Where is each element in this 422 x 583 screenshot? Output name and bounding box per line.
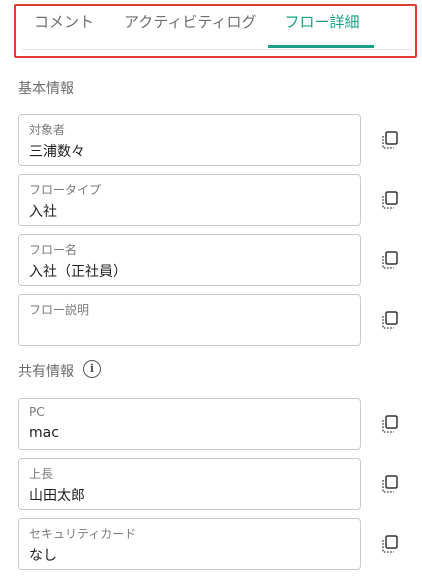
field-label: 上長: [29, 467, 54, 481]
field-security-card[interactable]: セキュリティカード なし: [18, 518, 361, 570]
field-value: なし: [29, 548, 57, 564]
field-label: 対象者: [29, 123, 66, 137]
field-value: 入社: [29, 204, 57, 220]
copy-icon[interactable]: [379, 189, 401, 211]
copy-icon[interactable]: [379, 473, 401, 495]
field-value: mac: [29, 425, 59, 441]
section-title-shared: 共有情報: [18, 364, 74, 380]
field-pc[interactable]: PC mac: [18, 398, 361, 450]
field-target-person[interactable]: 対象者 三浦数々: [18, 114, 361, 166]
field-flow-name[interactable]: フロー名 入社（正社員）: [18, 234, 361, 286]
field-label: PC: [29, 405, 45, 419]
tab-flow-details[interactable]: フロー詳細: [270, 8, 374, 50]
field-value: 山田太郎: [29, 488, 85, 504]
copy-icon[interactable]: [379, 249, 401, 271]
field-label: フロータイプ: [29, 183, 102, 197]
copy-icon[interactable]: [379, 129, 401, 151]
field-supervisor[interactable]: 上長 山田太郎: [18, 458, 361, 510]
tab-bar: コメント アクティビティログ フロー詳細: [22, 8, 412, 50]
copy-icon[interactable]: [379, 533, 401, 555]
field-flow-type[interactable]: フロータイプ 入社: [18, 174, 361, 226]
tab-comments[interactable]: コメント: [34, 8, 94, 50]
info-icon[interactable]: i: [83, 360, 101, 378]
field-value: 三浦数々: [29, 144, 85, 160]
active-tab-indicator: [268, 45, 374, 48]
field-value: 入社（正社員）: [29, 264, 127, 280]
copy-icon[interactable]: [379, 413, 401, 435]
field-label: フロー名: [29, 243, 78, 257]
section-title-basic: 基本情報: [18, 81, 74, 97]
copy-icon[interactable]: [379, 309, 401, 331]
field-label: セキュリティカード: [29, 527, 137, 541]
field-flow-description[interactable]: フロー説明: [18, 294, 361, 346]
field-label: フロー説明: [29, 303, 90, 317]
tab-activity-log[interactable]: アクティビティログ: [124, 8, 256, 50]
